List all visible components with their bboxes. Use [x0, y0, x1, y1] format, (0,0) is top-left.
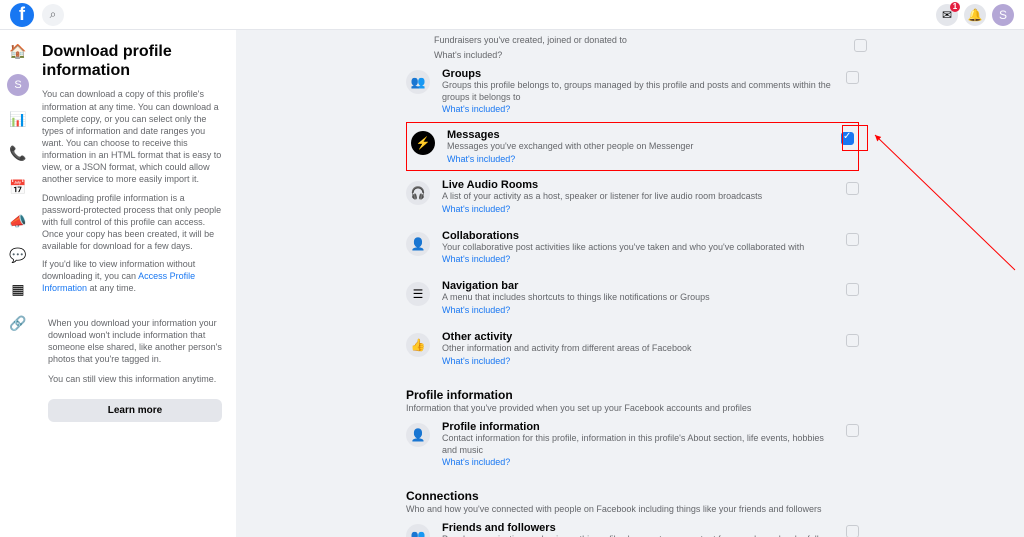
- item-desc: Groups this profile belongs to, groups m…: [442, 80, 834, 103]
- section-desc: Who and how you've connected with people…: [406, 504, 859, 514]
- home-icon: 🏠: [9, 43, 26, 60]
- infobox-p2: You can still view this information anyt…: [48, 373, 222, 385]
- item-other-checkbox[interactable]: [846, 334, 859, 347]
- intro-p3: If you'd like to view information withou…: [42, 258, 228, 294]
- groups-icon: 👥: [406, 70, 430, 94]
- item-friends-checkbox[interactable]: [846, 525, 859, 537]
- section-title: Profile information: [406, 388, 859, 402]
- item-navigation: ☰ Navigation bar A menu that includes sh…: [406, 272, 859, 323]
- item-liveaudio: 🎧 Live Audio Rooms A list of your activi…: [406, 171, 859, 222]
- learn-more-button[interactable]: Learn more: [48, 399, 222, 422]
- section-title: Connections: [406, 489, 859, 503]
- facebook-logo[interactable]: f: [10, 3, 34, 27]
- grid-icon: ▦: [11, 281, 24, 298]
- item-collaborations: 👤 Collaborations Your collaborative post…: [406, 222, 859, 273]
- item-desc: A list of your activity as a host, speak…: [442, 191, 834, 203]
- infobox-p1: When you download your information your …: [48, 317, 222, 366]
- calendar-icon: 📅: [9, 179, 26, 196]
- phone-icon: 📞: [9, 145, 26, 162]
- item-title: Friends and followers: [442, 522, 834, 534]
- notifications-button[interactable]: 🔔: [964, 4, 986, 26]
- headphones-icon: 🎧: [406, 181, 430, 205]
- search-button[interactable]: ⌕: [42, 4, 64, 26]
- item-fundraisers-desc: Fundraisers you've created, joined or do…: [434, 35, 859, 45]
- item-groups: 👥 Groups Groups this profile belongs to,…: [406, 60, 859, 122]
- whats-included-link[interactable]: What's included?: [442, 254, 834, 264]
- profile-icon: 👤: [406, 423, 430, 447]
- item-desc: Messages you've exchanged with other peo…: [447, 141, 829, 153]
- search-icon: ⌕: [50, 7, 57, 22]
- thumb-icon: 👍: [406, 333, 430, 357]
- whats-included-link[interactable]: What's included?: [447, 154, 829, 164]
- nav-megaphone[interactable]: 📣: [7, 210, 29, 232]
- bell-icon: 🔔: [968, 8, 983, 22]
- menu-icon: ☰: [406, 282, 430, 306]
- item-friends: 👥 Friends and followers People, organiza…: [406, 514, 859, 537]
- nav-link[interactable]: 🔗: [7, 312, 29, 334]
- nav-messenger[interactable]: 💬: [7, 244, 29, 266]
- intro-p1: You can download a copy of this profile'…: [42, 88, 228, 185]
- account-avatar[interactable]: S: [992, 4, 1014, 26]
- nav-home[interactable]: 🏠: [7, 40, 29, 62]
- item-profileinfo-checkbox[interactable]: [846, 424, 859, 437]
- section-desc: Information that you've provided when yo…: [406, 403, 859, 413]
- item-navbar-checkbox[interactable]: [846, 283, 859, 296]
- item-fundraisers-whats-included[interactable]: What's included?: [434, 50, 859, 60]
- item-collab-checkbox[interactable]: [846, 233, 859, 246]
- section-connections: Connections Who and how you've connected…: [406, 489, 859, 514]
- item-fundraisers-checkbox[interactable]: [854, 39, 867, 52]
- item-title: Collaborations: [442, 230, 834, 242]
- megaphone-icon: 📣: [9, 213, 26, 230]
- item-title: Messages: [447, 129, 829, 141]
- item-liveaudio-checkbox[interactable]: [846, 182, 859, 195]
- item-desc: A menu that includes shortcuts to things…: [442, 292, 834, 304]
- section-profile-info: Profile information Information that you…: [406, 388, 859, 413]
- item-desc: Contact information for this profile, in…: [442, 433, 834, 456]
- whats-included-link[interactable]: What's included?: [442, 356, 834, 366]
- whats-included-link[interactable]: What's included?: [442, 457, 834, 467]
- highlight-annotation: [842, 125, 868, 151]
- item-title: Live Audio Rooms: [442, 179, 834, 191]
- link-icon: 🔗: [9, 315, 26, 332]
- nav-profile[interactable]: S: [7, 74, 29, 96]
- page-title: Download profile information: [42, 42, 228, 80]
- nav-grid[interactable]: ▦: [7, 278, 29, 300]
- whats-included-link[interactable]: What's included?: [442, 204, 834, 214]
- item-desc: Your collaborative post activities like …: [442, 242, 834, 254]
- messenger-icon: ⚡: [411, 131, 435, 155]
- chat-icon: 💬: [9, 247, 26, 264]
- nav-insights[interactable]: 📊: [7, 108, 29, 130]
- item-profile-info: 👤 Profile information Contact informatio…: [406, 413, 859, 475]
- item-title: Profile information: [442, 421, 834, 433]
- nav-calendar[interactable]: 📅: [7, 176, 29, 198]
- whats-included-link[interactable]: What's included?: [442, 104, 834, 114]
- notification-badge: 1: [950, 2, 960, 12]
- item-desc: Other information and activity from diff…: [442, 343, 834, 355]
- bars-icon: 📊: [9, 111, 26, 128]
- friends-icon: 👥: [406, 524, 430, 537]
- item-title: Navigation bar: [442, 280, 834, 292]
- item-title: Other activity: [442, 331, 834, 343]
- item-other-activity: 👍 Other activity Other information and a…: [406, 323, 859, 374]
- people-icon: 👤: [406, 232, 430, 256]
- item-groups-checkbox[interactable]: [846, 71, 859, 84]
- messenger-button[interactable]: ✉ 1: [936, 4, 958, 26]
- item-title: Groups: [442, 68, 834, 80]
- nav-calls[interactable]: 📞: [7, 142, 29, 164]
- intro-p2: Downloading profile information is a pas…: [42, 192, 228, 253]
- item-messages: ⚡ Messages Messages you've exchanged wit…: [406, 122, 859, 171]
- whats-included-link[interactable]: What's included?: [442, 305, 834, 315]
